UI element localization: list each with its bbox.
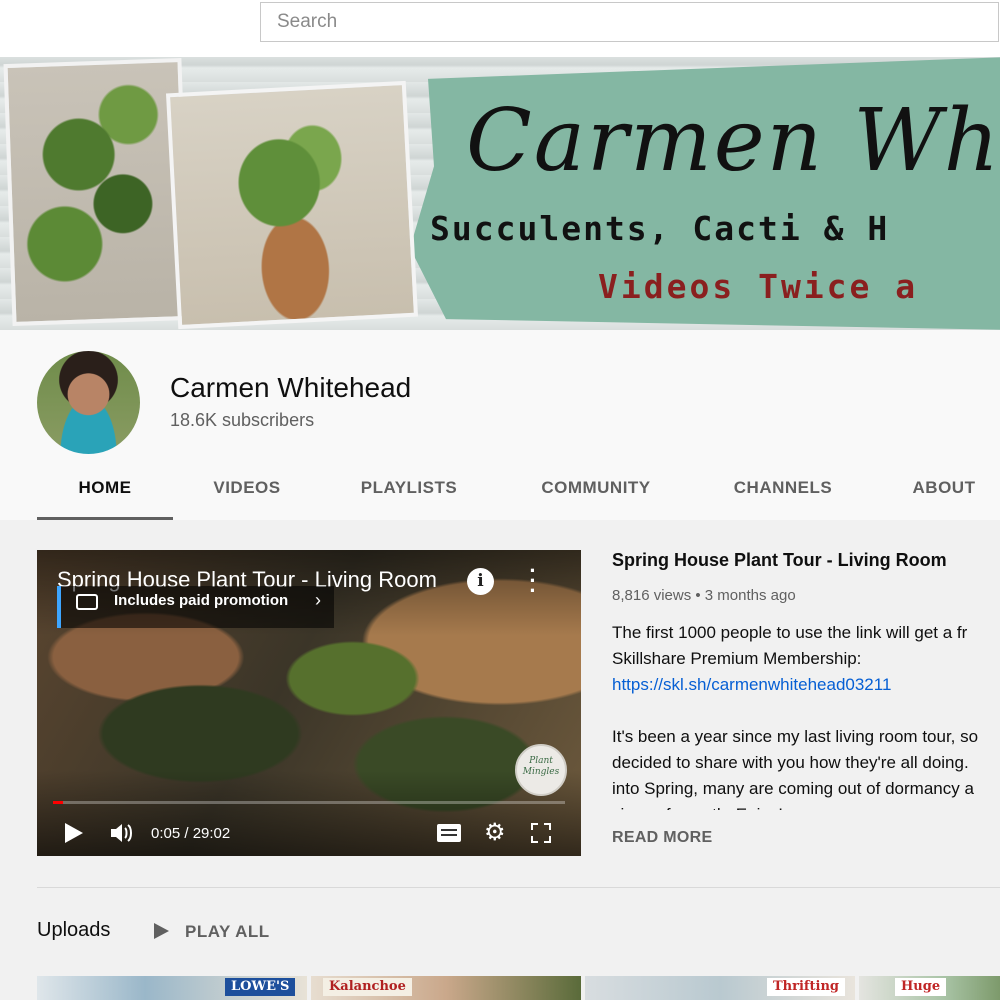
- tab-playlists[interactable]: PLAYLISTS: [347, 468, 471, 520]
- tab-community[interactable]: COMMUNITY: [531, 468, 661, 520]
- banner-tagline: Videos Twice a: [598, 267, 919, 306]
- channel-tabs: HOME VIDEOS PLAYLISTS COMMUNITY CHANNELS…: [37, 468, 1000, 520]
- featured-video-description: The first 1000 people to use the link wi…: [612, 620, 1000, 810]
- upload-thumbnail[interactable]: Kalanchoe: [311, 976, 581, 1000]
- video-progress-fill: [53, 801, 64, 804]
- paid-promotion-badge[interactable]: Includes paid promotion ›: [57, 586, 334, 628]
- banner-plant-photo: [165, 80, 419, 330]
- section-divider: [37, 887, 1000, 888]
- banner-subtitle: Succulents, Cacti & H: [430, 209, 890, 248]
- tab-home[interactable]: HOME: [37, 468, 173, 520]
- channel-banner: Carmen Whit Succulents, Cacti & H Videos…: [0, 57, 1000, 330]
- banner-plant-photo: [3, 57, 191, 327]
- tab-about[interactable]: ABOUT: [903, 468, 985, 520]
- channel-name: Carmen Whitehead: [170, 372, 412, 403]
- subscriber-count: 18.6K subscribers: [170, 410, 315, 430]
- description-line: Skillshare Premium Membership:: [612, 649, 862, 668]
- video-progress-bar[interactable]: [53, 801, 565, 804]
- channel-avatar[interactable]: [37, 351, 140, 454]
- featured-video-info: Spring House Plant Tour - Living Room 8,…: [612, 550, 1000, 846]
- thumbnail-text: Kalanchoe: [323, 978, 412, 996]
- upload-thumbnail[interactable]: LOWE'S: [37, 976, 307, 1000]
- info-icon[interactable]: i: [467, 568, 494, 595]
- captions-icon[interactable]: [437, 824, 461, 842]
- thumbnail-text: Huge: [895, 978, 947, 996]
- play-icon[interactable]: [65, 823, 83, 843]
- tab-videos[interactable]: VIDEOS: [197, 468, 297, 520]
- skillshare-link[interactable]: https://skl.sh/carmenwhitehead03211: [612, 675, 891, 694]
- video-time: 0:05 / 29:02: [151, 825, 231, 842]
- featured-video-meta: 8,816 views • 3 months ago: [612, 587, 796, 604]
- description-line: decided to share with you how they're al…: [612, 753, 969, 772]
- thumbnail-text: LOWE'S: [225, 978, 296, 996]
- channel-watermark[interactable]: Plant Mingles: [515, 744, 567, 796]
- banner-title: Carmen Whit: [466, 91, 1000, 191]
- top-bar: [0, 0, 1000, 57]
- gear-icon[interactable]: ⚙: [484, 818, 506, 847]
- chevron-right-icon: ›: [315, 590, 321, 610]
- thumbnail-text: Thrifting: [767, 978, 845, 996]
- description-line: It's been a year since my last living ro…: [612, 727, 979, 746]
- description-line: signs of growth. Enjoy!: [612, 802, 1000, 810]
- more-vert-icon[interactable]: · · ·: [525, 560, 541, 602]
- description-line: into Spring, many are coming out of dorm…: [612, 779, 974, 798]
- featured-video-title[interactable]: Spring House Plant Tour - Living Room: [612, 550, 1000, 571]
- paid-promotion-label: Includes paid promotion: [114, 592, 289, 609]
- description-line: The first 1000 people to use the link wi…: [612, 623, 968, 642]
- read-more-button[interactable]: READ MORE: [612, 829, 712, 847]
- channel-header: Carmen Whitehead 18.6K subscribers HOME …: [0, 330, 1000, 520]
- fullscreen-icon[interactable]: [531, 823, 551, 843]
- play-icon: [154, 923, 169, 939]
- volume-icon[interactable]: [109, 821, 135, 845]
- featured-video-player[interactable]: Spring House Plant Tour - Living Room i …: [37, 550, 581, 856]
- tab-channels[interactable]: CHANNELS: [721, 468, 845, 520]
- upload-thumbnail[interactable]: Thrifting: [585, 976, 855, 1000]
- uploads-heading[interactable]: Uploads: [37, 919, 110, 942]
- search-box[interactable]: [260, 2, 999, 42]
- upload-thumbnail[interactable]: Huge: [859, 976, 1000, 1000]
- play-all-label: PLAY ALL: [185, 922, 270, 941]
- search-input[interactable]: [261, 3, 998, 41]
- promo-icon: [76, 594, 98, 610]
